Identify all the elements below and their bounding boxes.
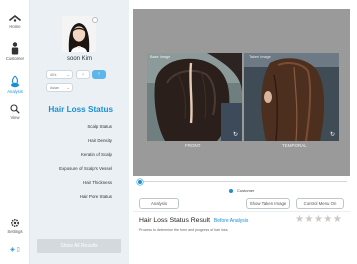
star-icon: ★ (323, 214, 333, 225)
nav-rail: Home Customer Analysis View Settings ◈ ▯ (0, 0, 30, 264)
timeline-handle[interactable] (137, 179, 143, 185)
status-item-density[interactable]: Hair Density (30, 138, 129, 143)
temporal-photo-tag: Taken Image (249, 55, 271, 59)
section-divider (133, 211, 350, 212)
camera-icon[interactable] (92, 17, 98, 23)
nav-item-view[interactable]: View (0, 104, 30, 120)
avatar-photo (62, 16, 96, 52)
rotate-icon[interactable]: ↻ (233, 131, 238, 138)
chevron-down-icon: ⌄ (66, 72, 70, 77)
analysis-button[interactable]: Analysis (139, 198, 179, 209)
front-caption: FRONT (185, 143, 201, 148)
home-icon (9, 14, 21, 22)
wifi-icon: ◈ (10, 247, 15, 253)
front-photo-image (147, 53, 242, 141)
result-title: Hair Loss Status Result Before Analysis (139, 217, 248, 224)
status-item-pore[interactable]: Hair Pore Status (30, 194, 129, 199)
rating-stars: ★★★★★ (295, 214, 342, 225)
image-viewer: Base Image ↻ Taken Image ↻ FRONT TEMPORA… (133, 9, 350, 176)
nav-item-customer[interactable]: Customer (0, 42, 30, 61)
nav-settings-label: Settings (7, 229, 23, 234)
nav-view-label: View (10, 115, 20, 120)
customer-avatar (62, 16, 96, 52)
nav-item-home[interactable]: Home (0, 14, 30, 29)
gender-male-button[interactable]: ♂ (76, 70, 90, 79)
connection-status: ◈ ▯ (0, 246, 30, 253)
customer-icon (11, 42, 19, 55)
nav-customer-label: Customer (5, 56, 25, 61)
temporal-photo-image (244, 53, 339, 141)
nav-item-analysis[interactable]: Analysis (0, 75, 30, 94)
nav-item-settings[interactable]: Settings (0, 218, 30, 234)
customer-name: soon Kim (66, 56, 92, 62)
region-value: Asian (50, 86, 59, 90)
device-icon: ▯ (16, 247, 20, 253)
gender-female-button[interactable]: ♀ (92, 70, 106, 79)
star-icon: ★ (332, 214, 343, 225)
status-item-scalp[interactable]: Scalp Status (30, 124, 129, 129)
timeline-track[interactable] (141, 181, 347, 182)
front-photo-tag: Base Image (150, 55, 171, 59)
before-analysis-link[interactable]: Before Analysis (214, 218, 248, 224)
rotate-icon[interactable]: ↻ (330, 131, 335, 138)
front-photo[interactable]: Base Image ↻ (147, 53, 242, 141)
timeline-bar (133, 177, 350, 187)
temporal-caption: TEMPORAL (282, 143, 307, 148)
gear-icon (10, 218, 20, 228)
control-menu-button[interactable]: Control Menu On (296, 198, 344, 209)
temporal-photo[interactable]: Taken Image ↻ (244, 53, 339, 141)
result-title-text: Hair Loss Status Result (139, 217, 211, 224)
show-all-results-button[interactable]: Show All Results (37, 239, 121, 253)
age-value: 40's (50, 73, 57, 77)
nav-analysis-label: Analysis (7, 89, 23, 94)
star-icon: ★ (304, 214, 314, 225)
show-taken-image-button[interactable]: Show Taken Image (246, 198, 290, 209)
star-icon: ★ (313, 214, 324, 225)
chevron-down-icon: ⌄ (66, 85, 70, 90)
status-item-keratin[interactable]: Keratin of Scalp (30, 152, 129, 157)
customer-legend-label: Customer (237, 188, 255, 193)
status-item-vessel[interactable]: Exposure of Scalp's Vessel (30, 166, 129, 171)
result-description: Process to determine the form and progre… (139, 228, 229, 232)
nav-home-label: Home (9, 24, 21, 29)
analysis-icon (11, 75, 19, 88)
age-select[interactable]: 40's ⌄ (46, 70, 73, 79)
region-select[interactable]: Asian ⌄ (46, 83, 73, 92)
status-item-thickness[interactable]: Hair Thickness (30, 180, 129, 185)
magnifier-icon (10, 104, 20, 114)
status-panel-title: Hair Loss Status (48, 105, 113, 114)
customer-legend-dot (229, 189, 233, 193)
